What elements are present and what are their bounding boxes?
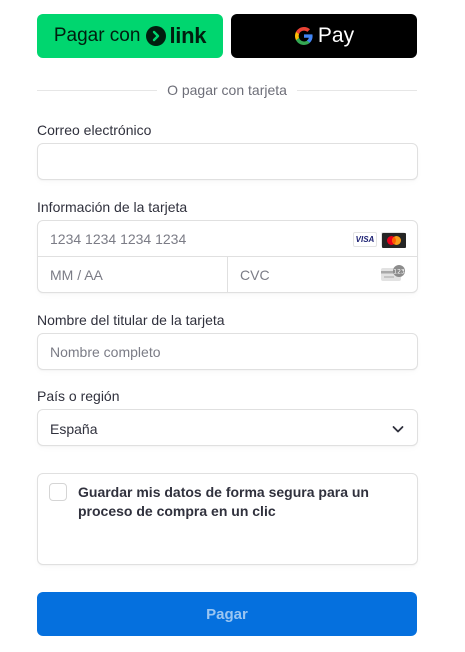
chevron-down-icon [391,422,405,441]
google-pay-label: Pay [317,24,355,47]
link-button-prefix: Pagar con [53,25,141,46]
link-logo: link [146,23,206,49]
or-pay-with-card-divider: O pagar con tarjeta [37,80,418,100]
cardholder-label: Nombre del titular de la tarjeta [37,312,225,328]
email-field[interactable] [37,143,418,180]
arrow-right-icon [146,26,167,46]
divider-line-left [37,89,158,91]
pay-button-label: Pagar [206,605,248,623]
save-info-text: Guardar mis datos de forma segura para u… [78,484,369,519]
link-brand-text: link [169,23,207,48]
country-selected-value: España [50,421,98,437]
card-number-placeholder: 1234 1234 1234 1234 [50,231,187,247]
save-info-box: Guardar mis datos de forma segura para u… [37,473,418,565]
google-pay-button[interactable]: Pay [231,14,417,58]
save-info-checkbox[interactable] [49,483,67,501]
cvc-placeholder: CVC [240,267,270,283]
expiry-date-input[interactable]: MM / AA [38,257,228,293]
country-label: País o región [37,388,120,404]
cardholder-name-input[interactable]: Nombre completo [37,333,418,370]
email-label: Correo electrónico [37,122,152,138]
card-info-group: 1234 1234 1234 1234 VISA MM / AA CVC 123 [37,220,418,293]
pay-with-link-button[interactable]: Pagar con link [37,14,223,58]
svg-text:123: 123 [393,268,405,275]
expiry-placeholder: MM / AA [50,267,103,283]
cardholder-placeholder: Nombre completo [50,344,161,360]
google-g-icon [294,26,314,46]
mastercard-icon [381,232,406,248]
divider-text: O pagar con tarjeta [167,82,287,98]
visa-text: VISA [355,235,375,244]
pay-button[interactable]: Pagar [37,592,417,636]
cvc-card-icon: 123 [380,264,406,287]
card-number-input[interactable]: 1234 1234 1234 1234 VISA [38,221,417,257]
visa-icon: VISA [353,232,377,247]
cvc-input[interactable]: CVC 123 [228,257,418,293]
country-select[interactable]: España [37,409,418,446]
card-info-label: Información de la tarjeta [37,199,188,215]
divider-line-right [296,89,418,91]
